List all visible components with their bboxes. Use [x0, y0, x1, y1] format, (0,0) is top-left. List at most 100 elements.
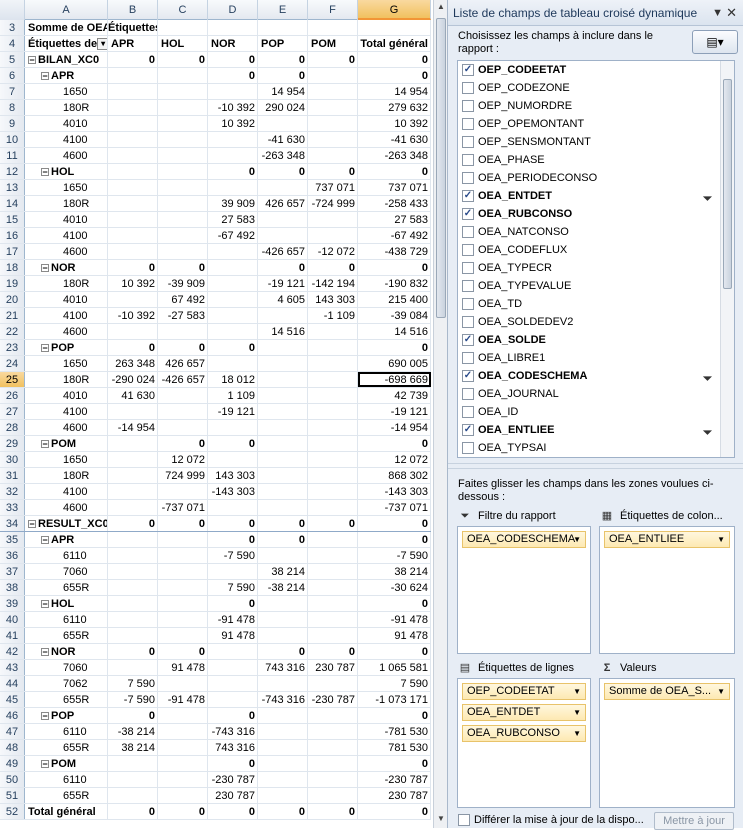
cell-g13[interactable]: 737 071: [358, 180, 431, 195]
cell-b23[interactable]: 0: [108, 340, 158, 355]
cell-d40[interactable]: -91 478: [208, 612, 258, 627]
field-checkbox[interactable]: ✓: [462, 424, 474, 436]
cell-f39[interactable]: [308, 596, 358, 611]
cell-a25[interactable]: 180R: [25, 372, 108, 387]
cell-g22[interactable]: 14 516: [358, 324, 431, 339]
cell-f22[interactable]: [308, 324, 358, 339]
cell-e42[interactable]: 0: [258, 644, 308, 659]
cell-c38[interactable]: [158, 580, 208, 595]
cell-f44[interactable]: [308, 676, 358, 691]
cell-a12[interactable]: − HOL: [25, 164, 108, 179]
pivot-table[interactable]: 3Somme de OEA_Étiquettes▾4Étiquettes de▾…: [0, 20, 431, 820]
field-checkbox[interactable]: [462, 442, 474, 454]
cell-d42[interactable]: [208, 644, 258, 659]
cell-a40[interactable]: 6110: [25, 612, 108, 627]
cell-b10[interactable]: [108, 132, 158, 147]
cell-c46[interactable]: [158, 708, 208, 723]
cell-e35[interactable]: 0: [258, 532, 308, 547]
cell-e15[interactable]: [258, 212, 308, 227]
cell-a26[interactable]: 4010: [25, 388, 108, 403]
cell-d9[interactable]: 10 392: [208, 116, 258, 131]
row-header[interactable]: 25: [0, 372, 25, 387]
select-all-corner[interactable]: [0, 0, 25, 20]
cell-e17[interactable]: -426 657: [258, 244, 308, 259]
cell-a33[interactable]: 4600: [25, 500, 108, 515]
cell-b40[interactable]: [108, 612, 158, 627]
cell-d50[interactable]: -230 787: [208, 772, 258, 787]
cell-a41[interactable]: 655R: [25, 628, 108, 643]
row-header[interactable]: 38: [0, 580, 25, 595]
cell-f38[interactable]: [308, 580, 358, 595]
dropdown-arrow-icon[interactable]: ▼: [573, 532, 581, 547]
field-checkbox[interactable]: [462, 244, 474, 256]
cell-c18[interactable]: 0: [158, 260, 208, 275]
defer-checkbox-box[interactable]: [458, 814, 470, 826]
cell-d26[interactable]: 1 109: [208, 388, 258, 403]
cell-e11[interactable]: -263 348: [258, 148, 308, 163]
cell-d18[interactable]: [208, 260, 258, 275]
cell-e21[interactable]: [258, 308, 308, 323]
row-header[interactable]: 40: [0, 612, 25, 627]
scroll-up-icon[interactable]: ▲: [436, 2, 446, 14]
cell-c15[interactable]: [158, 212, 208, 227]
cell-g11[interactable]: -263 348: [358, 148, 431, 163]
cell-f27[interactable]: [308, 404, 358, 419]
row-header[interactable]: 44: [0, 676, 25, 691]
cell-b38[interactable]: [108, 580, 158, 595]
cell-g27[interactable]: -19 121: [358, 404, 431, 419]
collapse-toggle-icon[interactable]: −: [28, 56, 36, 65]
cell-e26[interactable]: [258, 388, 308, 403]
cell-f16[interactable]: [308, 228, 358, 243]
cell-b3[interactable]: Étiquettes▾: [108, 20, 158, 35]
cell-b44[interactable]: 7 590: [108, 676, 158, 691]
row-header[interactable]: 16: [0, 228, 25, 243]
cell-f41[interactable]: [308, 628, 358, 643]
cell-a13[interactable]: 1650: [25, 180, 108, 195]
spreadsheet-grid[interactable]: ABCDEFG 3Somme de OEA_Étiquettes▾4Étique…: [0, 0, 433, 828]
row-header[interactable]: 14: [0, 196, 25, 211]
cell-b31[interactable]: [108, 468, 158, 483]
cell-f14[interactable]: -724 999: [308, 196, 358, 211]
cell-c50[interactable]: [158, 772, 208, 787]
cell-b17[interactable]: [108, 244, 158, 259]
cell-c23[interactable]: 0: [158, 340, 208, 355]
cell-c4[interactable]: HOL: [158, 36, 208, 51]
field-checkbox[interactable]: ✓: [462, 370, 474, 382]
cell-g50[interactable]: -230 787: [358, 772, 431, 787]
cell-g28[interactable]: -14 954: [358, 420, 431, 435]
cell-e7[interactable]: 14 954: [258, 84, 308, 99]
cell-a10[interactable]: 4100: [25, 132, 108, 147]
cell-c52[interactable]: 0: [158, 804, 208, 819]
cell-g35[interactable]: 0: [358, 532, 431, 547]
cell-f5[interactable]: 0: [308, 52, 358, 67]
filter-field-pill[interactable]: OEA_CODESCHEMA ▼: [462, 531, 586, 548]
cell-f33[interactable]: [308, 500, 358, 515]
cell-f4[interactable]: POM: [308, 36, 358, 51]
cell-g9[interactable]: 10 392: [358, 116, 431, 131]
row-header[interactable]: 3: [0, 20, 25, 35]
cell-e36[interactable]: [258, 548, 308, 563]
row-header[interactable]: 7: [0, 84, 25, 99]
collapse-toggle-icon[interactable]: −: [41, 760, 49, 769]
field-item[interactable]: ✓ OEP_CODEETAT: [458, 61, 734, 79]
cell-d20[interactable]: [208, 292, 258, 307]
field-item[interactable]: OEP_CODEZONE: [458, 79, 734, 97]
cell-b29[interactable]: [108, 436, 158, 451]
cell-e32[interactable]: [258, 484, 308, 499]
cell-e10[interactable]: -41 630: [258, 132, 308, 147]
row-header[interactable]: 13: [0, 180, 25, 195]
field-item[interactable]: OEA_SOLDEDEV2: [458, 313, 734, 331]
field-list-scrollbar[interactable]: [720, 61, 734, 457]
cell-d14[interactable]: 39 909: [208, 196, 258, 211]
cell-f29[interactable]: [308, 436, 358, 451]
cell-e44[interactable]: [258, 676, 308, 691]
cell-b45[interactable]: -7 590: [108, 692, 158, 707]
cell-g41[interactable]: 91 478: [358, 628, 431, 643]
cell-f23[interactable]: [308, 340, 358, 355]
cell-e52[interactable]: 0: [258, 804, 308, 819]
cell-d29[interactable]: 0: [208, 436, 258, 451]
cell-d43[interactable]: [208, 660, 258, 675]
cell-a4[interactable]: Étiquettes de ▾: [25, 36, 108, 51]
row-header[interactable]: 5: [0, 52, 25, 67]
row-header[interactable]: 10: [0, 132, 25, 147]
